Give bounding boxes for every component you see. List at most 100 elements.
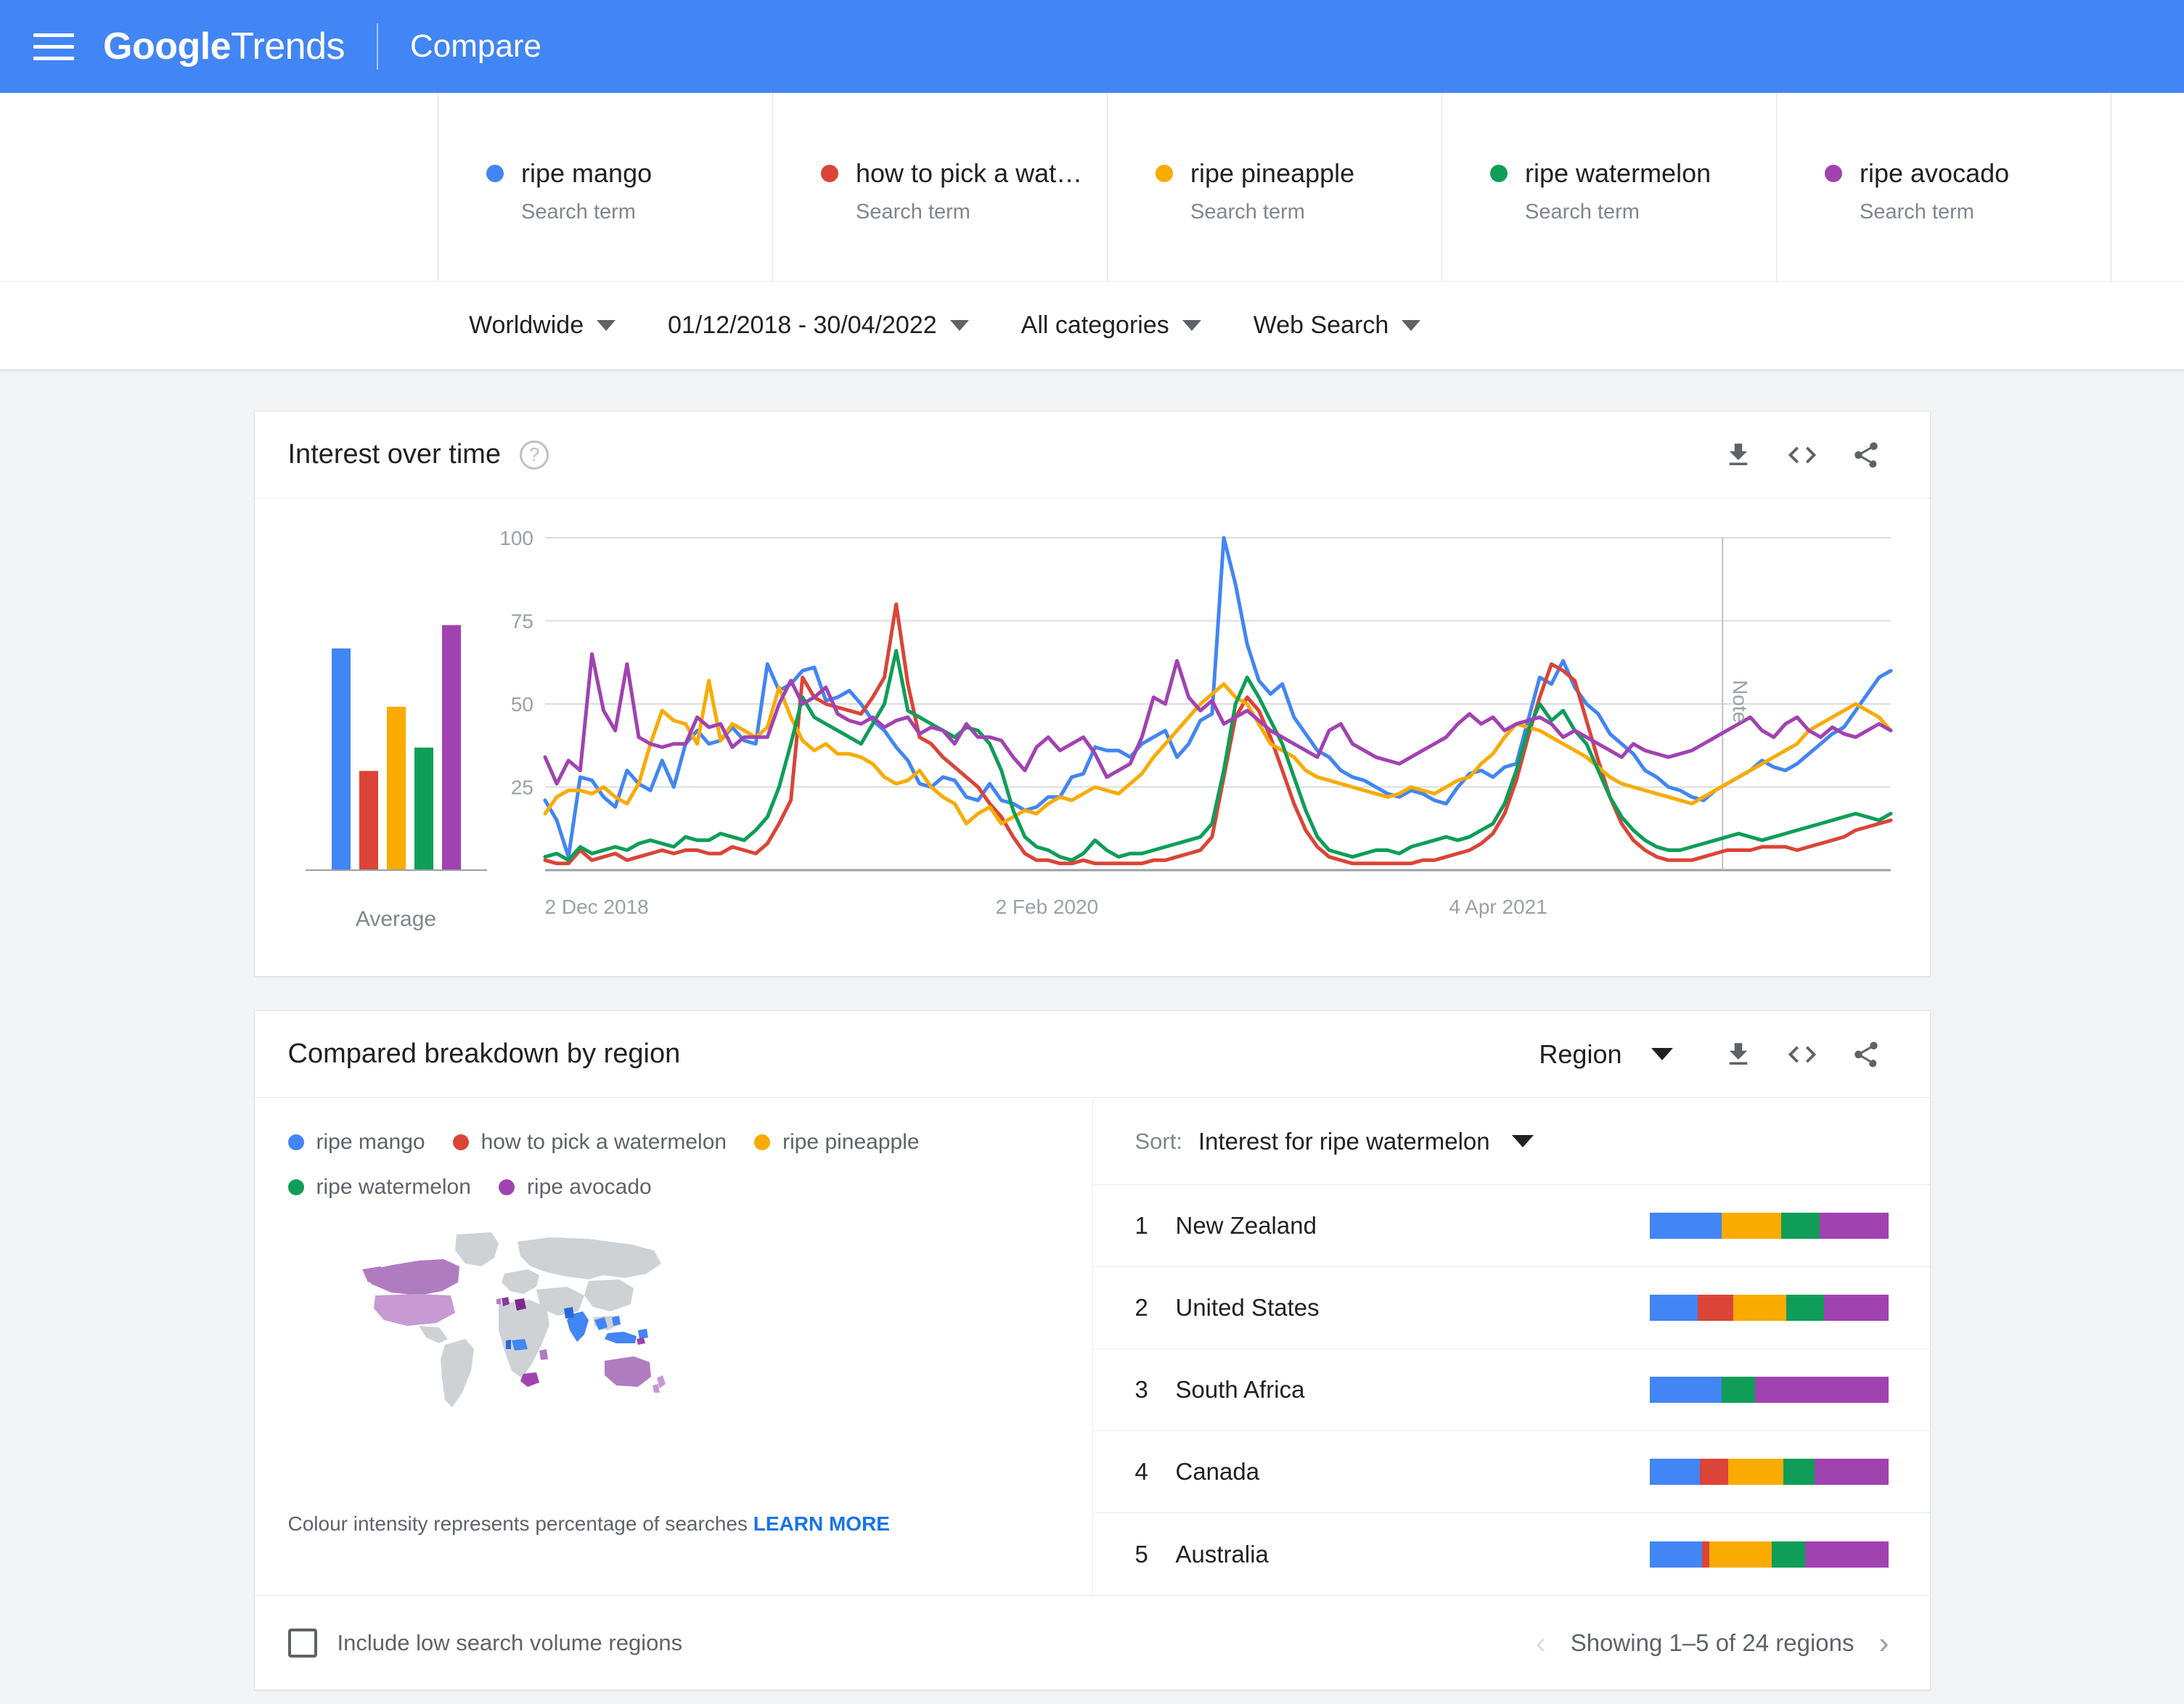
include-low-volume-label: Include low search volume regions	[337, 1629, 683, 1655]
date-filter[interactable]: 01/12/2018 - 30/04/2022	[668, 311, 969, 340]
region-rank: 3	[1134, 1376, 1148, 1403]
region-rank: 4	[1134, 1458, 1148, 1485]
category-filter-label: All categories	[1021, 311, 1169, 339]
average-bars-svg	[305, 625, 487, 871]
sort-value: Interest for ripe watermelon	[1198, 1127, 1490, 1155]
interest-card-header: Interest over time ?	[254, 411, 1930, 499]
search-term-chip-0[interactable]: ripe mango Search term	[438, 93, 773, 281]
world-map[interactable]	[288, 1220, 1092, 1472]
interest-card-title: Interest over time	[287, 439, 502, 470]
x-axis-labels: 2 Dec 2018 2 Feb 2020 4 Apr 2021	[494, 894, 1895, 930]
embed-code-icon[interactable]	[1779, 1031, 1825, 1078]
region-name: Australia	[1175, 1540, 1269, 1568]
region-map-panel: ripe mango how to pick a watermelon ripe…	[255, 1098, 1093, 1595]
share-icon[interactable]	[1843, 432, 1889, 478]
search-term-chip-1[interactable]: how to pick a water ... Search term	[773, 93, 1108, 281]
term-type: Search term	[856, 200, 970, 224]
category-filter[interactable]: All categories	[1021, 311, 1201, 340]
term-label: ripe mango	[521, 158, 653, 188]
region-bar-segment	[1721, 1377, 1755, 1403]
google-trends-logo[interactable]: GoogleTrends	[103, 25, 345, 68]
region-bar-segment	[1815, 1459, 1889, 1485]
region-bar-segment	[1699, 1459, 1729, 1485]
legend-color-dot	[287, 1134, 304, 1150]
chevron-down-icon	[1402, 320, 1421, 331]
interest-line-chart[interactable]: 25 50 75 100 2 Dec 2018 2 Feb 2020 4 Apr 2021…	[494, 527, 1936, 978]
svg-text:75: 75	[510, 610, 533, 633]
help-icon[interactable]: ?	[520, 440, 549, 470]
location-filter-label: Worldwide	[469, 311, 584, 339]
search-term-chip-2[interactable]: ripe pineapple Search term	[1108, 93, 1442, 281]
region-bar-segment	[1649, 1377, 1722, 1403]
x-tick-label: 2 Feb 2020	[995, 896, 1099, 918]
chevron-down-icon	[597, 320, 616, 331]
term-type: Search term	[1860, 200, 1974, 224]
region-bar-segment	[1819, 1213, 1889, 1239]
learn-more-link[interactable]: LEARN MORE	[753, 1512, 890, 1535]
region-card-footer: Include low search volume regions ‹ Show…	[254, 1595, 1930, 1689]
next-page-button[interactable]: ›	[1879, 1627, 1889, 1658]
region-bar-segment	[1728, 1459, 1784, 1485]
region-list-panel: Sort: Interest for ripe watermelon 1 New…	[1092, 1098, 1930, 1595]
interest-chart-body: Average 25 50 75 100 2 Dec 2018 2 Feb 2020 4 …	[255, 499, 1930, 978]
average-label: Average	[355, 907, 437, 931]
pagination: ‹ Showing 1–5 of 24 regions ›	[1536, 1627, 1889, 1658]
map-note: Colour intensity represents percentage o…	[288, 1472, 1092, 1536]
prev-page-button[interactable]: ‹	[1536, 1627, 1546, 1658]
term-label: how to pick a water ...	[856, 158, 1095, 188]
table-row[interactable]: 5 Australia	[1093, 1513, 1930, 1595]
region-bar-segment	[1649, 1213, 1722, 1239]
region-stacked-bar	[1649, 1459, 1889, 1485]
region-card-header: Compared breakdown by region Region	[254, 1011, 1930, 1098]
search-terms-bar: ripe mango Search term how to pick a wat…	[0, 93, 2184, 282]
legend-color-dot	[287, 1179, 304, 1195]
region-stacked-bar	[1649, 1213, 1889, 1239]
region-rank: 2	[1134, 1294, 1148, 1321]
interest-line-svg: 25 50 75 100	[499, 527, 1892, 872]
legend-item-2: ripe pineapple	[754, 1130, 920, 1155]
search-term-chip-3[interactable]: ripe watermelon Search term	[1442, 93, 1777, 281]
filter-bar: Worldwide 01/12/2018 - 30/04/2022 All ca…	[0, 282, 2184, 370]
include-low-volume-checkbox[interactable]	[287, 1628, 317, 1658]
term-type: Search term	[1525, 200, 1640, 224]
chips-right-spacer	[2111, 93, 2184, 281]
download-icon[interactable]	[1715, 432, 1762, 478]
legend-label: ripe watermelon	[316, 1175, 471, 1199]
share-icon[interactable]	[1843, 1031, 1889, 1078]
search-type-filter-label: Web Search	[1253, 311, 1389, 339]
table-row[interactable]: 3 South Africa	[1092, 1349, 1930, 1431]
region-rows: 1 New Zealand 2 United States 3 South Af…	[1092, 1185, 1930, 1595]
svg-text:50: 50	[510, 693, 533, 716]
search-term-chip-4[interactable]: ripe avocado Search term	[1777, 93, 2111, 281]
sort-control[interactable]: Sort: Interest for ripe watermelon	[1092, 1098, 1930, 1185]
table-row[interactable]: 4 Canada	[1092, 1431, 1930, 1513]
embed-code-icon[interactable]	[1779, 432, 1825, 478]
region-bar-segment	[1781, 1213, 1820, 1239]
legend-color-dot	[498, 1179, 515, 1195]
region-bar-segment	[1702, 1541, 1709, 1568]
chevron-down-icon	[949, 320, 969, 331]
region-bar-segment	[1721, 1213, 1781, 1239]
chevron-down-icon	[1182, 320, 1201, 331]
svg-text:25: 25	[510, 777, 533, 799]
chevron-down-icon	[1511, 1135, 1534, 1147]
term-type: Search term	[1190, 200, 1305, 224]
legend-item-3: ripe watermelon	[287, 1175, 471, 1200]
region-name: United States	[1175, 1294, 1320, 1321]
location-filter[interactable]: Worldwide	[469, 311, 616, 340]
table-row[interactable]: 1 New Zealand	[1092, 1185, 1930, 1267]
region-select[interactable]: Region	[1539, 1039, 1673, 1070]
legend-item-1: how to pick a watermelon	[452, 1130, 727, 1155]
region-rank: 1	[1134, 1212, 1148, 1239]
region-bar-segment	[1754, 1377, 1889, 1403]
region-bar-segment	[1804, 1541, 1889, 1568]
download-icon[interactable]	[1715, 1031, 1762, 1078]
legend-color-dot	[754, 1134, 771, 1150]
search-type-filter[interactable]: Web Search	[1253, 311, 1421, 340]
term-label: ripe pineapple	[1190, 158, 1355, 188]
table-row[interactable]: 2 United States	[1092, 1267, 1930, 1349]
pagination-text: Showing 1–5 of 24 regions	[1570, 1629, 1854, 1656]
hamburger-icon[interactable]	[33, 26, 74, 67]
region-bar-segment	[1649, 1459, 1700, 1485]
region-bar-segment	[1733, 1295, 1786, 1321]
